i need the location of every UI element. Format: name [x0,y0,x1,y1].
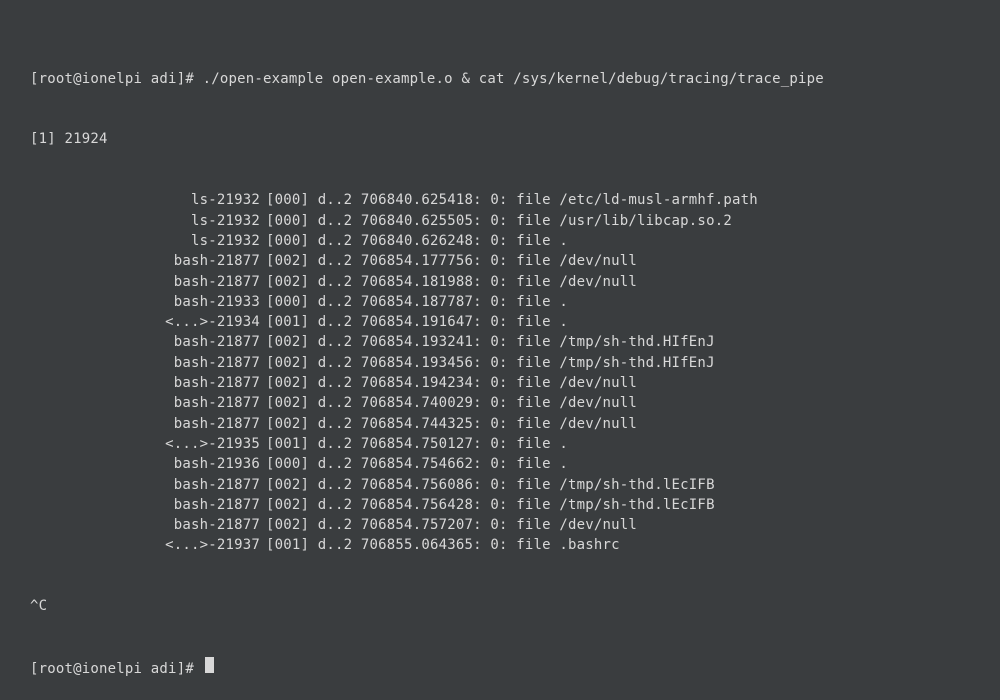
trace-row: bash-21877[002] d..2 706854.177756: 0: f… [30,251,970,271]
trace-row: bash-21936[000] d..2 706854.754662: 0: f… [30,454,970,474]
trace-proc: ls-21932 [30,190,260,210]
trace-detail: [000] d..2 706854.187787: 0: file . [260,292,568,312]
command-line: [root@ionelpi adi]# ./open-example open-… [30,69,970,89]
command-line[interactable]: [root@ionelpi adi]# [30,657,970,679]
trace-detail: [002] d..2 706854.744325: 0: file /dev/n… [260,414,637,434]
trace-proc: bash-21877 [30,272,260,292]
trace-row: bash-21877[002] d..2 706854.757207: 0: f… [30,515,970,535]
trace-detail: [002] d..2 706854.194234: 0: file /dev/n… [260,373,637,393]
trace-detail: [002] d..2 706854.177756: 0: file /dev/n… [260,251,637,271]
trace-row: bash-21877[002] d..2 706854.194234: 0: f… [30,373,970,393]
trace-lines: ls-21932[000] d..2 706840.625418: 0: fil… [30,190,970,555]
trace-proc: bash-21877 [30,332,260,352]
trace-proc: bash-21877 [30,495,260,515]
trace-row: bash-21877[002] d..2 706854.193456: 0: f… [30,353,970,373]
trace-row: ls-21932[000] d..2 706840.625505: 0: fil… [30,211,970,231]
trace-row: <...>-21934[001] d..2 706854.191647: 0: … [30,312,970,332]
trace-detail: [000] d..2 706840.626248: 0: file . [260,231,568,251]
trace-proc: bash-21877 [30,475,260,495]
prompt-prefix: [root@ionelpi adi]# [30,659,203,679]
trace-detail: [001] d..2 706854.191647: 0: file . [260,312,568,332]
trace-proc: <...>-21934 [30,312,260,332]
interrupt: ^C [30,596,970,616]
trace-detail: [002] d..2 706854.193241: 0: file /tmp/s… [260,332,715,352]
trace-detail: [002] d..2 706854.757207: 0: file /dev/n… [260,515,637,535]
trace-detail: [002] d..2 706854.756086: 0: file /tmp/s… [260,475,715,495]
trace-row: bash-21933[000] d..2 706854.187787: 0: f… [30,292,970,312]
trace-detail: [002] d..2 706854.740029: 0: file /dev/n… [260,393,637,413]
terminal-output[interactable]: [root@ionelpi adi]# ./open-example open-… [30,28,970,700]
trace-proc: bash-21877 [30,515,260,535]
trace-proc: bash-21936 [30,454,260,474]
cursor-icon [205,657,214,673]
trace-detail: [002] d..2 706854.756428: 0: file /tmp/s… [260,495,715,515]
trace-proc: ls-21932 [30,211,260,231]
trace-proc: ls-21932 [30,231,260,251]
trace-row: bash-21877[002] d..2 706854.756428: 0: f… [30,495,970,515]
trace-row: bash-21877[002] d..2 706854.756086: 0: f… [30,475,970,495]
trace-row: bash-21877[002] d..2 706854.740029: 0: f… [30,393,970,413]
trace-proc: bash-21877 [30,393,260,413]
trace-proc: bash-21877 [30,414,260,434]
trace-row: <...>-21935[001] d..2 706854.750127: 0: … [30,434,970,454]
trace-detail: [000] d..2 706840.625418: 0: file /etc/l… [260,190,758,210]
trace-detail: [000] d..2 706840.625505: 0: file /usr/l… [260,211,732,231]
trace-detail: [001] d..2 706855.064365: 0: file .bashr… [260,535,620,555]
trace-proc: bash-21877 [30,251,260,271]
trace-row: <...>-21937[001] d..2 706855.064365: 0: … [30,535,970,555]
trace-row: bash-21877[002] d..2 706854.181988: 0: f… [30,272,970,292]
trace-proc: bash-21933 [30,292,260,312]
trace-detail: [001] d..2 706854.750127: 0: file . [260,434,568,454]
trace-detail: [002] d..2 706854.181988: 0: file /dev/n… [260,272,637,292]
trace-proc: <...>-21937 [30,535,260,555]
trace-row: ls-21932[000] d..2 706840.625418: 0: fil… [30,190,970,210]
trace-row: bash-21877[002] d..2 706854.744325: 0: f… [30,414,970,434]
trace-detail: [000] d..2 706854.754662: 0: file . [260,454,568,474]
job-notice: [1] 21924 [30,129,970,149]
prompt-prefix: [root@ionelpi adi]# [30,69,203,89]
trace-proc: bash-21877 [30,353,260,373]
trace-row: ls-21932[000] d..2 706840.626248: 0: fil… [30,231,970,251]
trace-detail: [002] d..2 706854.193456: 0: file /tmp/s… [260,353,715,373]
command-text: ./open-example open-example.o & cat /sys… [203,69,824,89]
trace-proc: bash-21877 [30,373,260,393]
trace-row: bash-21877[002] d..2 706854.193241: 0: f… [30,332,970,352]
trace-proc: <...>-21935 [30,434,260,454]
